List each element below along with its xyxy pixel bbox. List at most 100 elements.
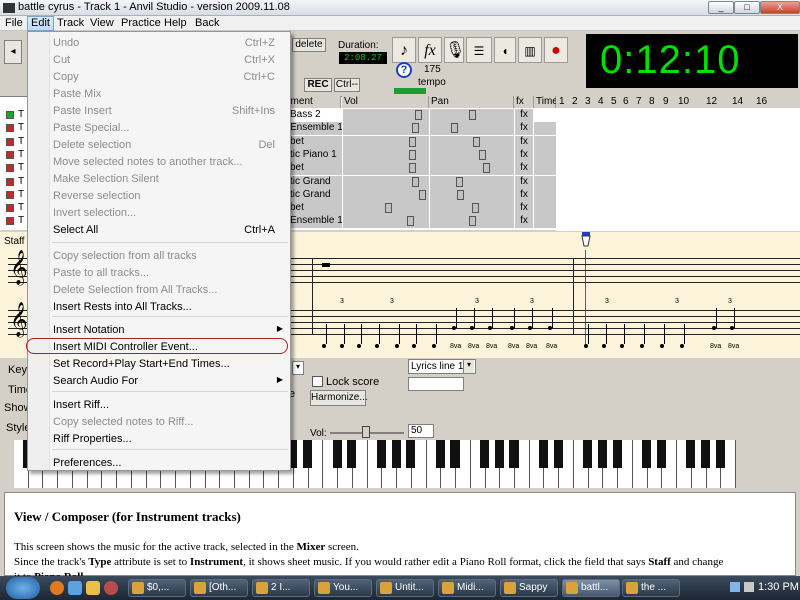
time-cell[interactable] [534,109,556,122]
firefox-icon[interactable] [50,581,64,595]
track-instrument[interactable]: bet [290,162,342,176]
menu-item[interactable]: Delete Selection from All Tracks... [29,282,289,299]
black-key[interactable] [376,440,386,468]
black-key[interactable] [553,440,563,468]
black-key[interactable] [700,440,711,468]
note-head[interactable] [340,344,344,348]
pan-slot[interactable] [430,122,514,136]
note-head[interactable] [322,344,326,348]
note-head[interactable] [680,344,684,348]
taskbar-button[interactable]: 2 I... [252,579,310,597]
taskbar-button[interactable]: Untit... [376,579,434,597]
menu-item[interactable]: Riff Properties... [29,431,289,448]
note-head[interactable] [602,344,606,348]
menu-item[interactable]: Move selected notes to another track... [29,154,289,171]
note-head[interactable] [375,344,379,348]
menu-item[interactable]: Preferences... [29,455,289,472]
time-cell[interactable] [534,135,556,149]
taskbar-button[interactable]: Sappy [500,579,558,597]
measure-ruler[interactable]: 1 2 3 4 5 6 7 8 9 10 12 14 16 [556,96,800,108]
metronome-icon[interactable]: ♪ [392,37,416,63]
fx-cell[interactable]: fx [515,188,533,202]
fx-cell[interactable]: fx [515,175,533,189]
pan-slot[interactable] [430,188,514,202]
black-key[interactable] [332,440,342,468]
menu-item[interactable]: Paste Insert Shift+Ins [29,103,289,120]
track-status-icon[interactable] [6,137,14,146]
black-key[interactable] [347,440,357,468]
taskbar-button[interactable]: You... [314,579,372,597]
note-head[interactable] [395,344,399,348]
track-status-icon[interactable] [6,150,14,159]
vol-fader[interactable] [408,136,416,147]
note-head[interactable] [432,344,436,348]
note-head[interactable] [640,344,644,348]
track-instrument[interactable]: tic Grand [290,175,342,189]
black-key[interactable] [538,440,548,468]
key-dropdown[interactable]: ▾ [292,361,304,375]
fx-cell[interactable]: fx [515,202,533,216]
black-key[interactable] [450,440,460,468]
staff-type-label[interactable]: Staff [4,236,24,247]
time-cell[interactable] [534,148,556,162]
time-cell[interactable] [534,202,556,216]
track-status-icon[interactable] [6,177,14,186]
track-instrument[interactable]: Ensemble 1 [290,122,342,136]
black-key[interactable] [391,440,401,468]
close-button[interactable]: X [760,1,800,14]
vol-fader[interactable] [408,163,416,174]
menu-item[interactable]: Copy selection from all tracks [29,248,289,265]
harmonize-button[interactable]: Harmonize... [310,390,368,406]
vol-slot[interactable] [343,215,429,229]
play-cursor-icon[interactable] [579,232,593,250]
menu-item[interactable]: Cut Ctrl+X [29,52,289,69]
menu-practice[interactable]: Practice [121,17,161,29]
black-key[interactable] [494,440,504,468]
track-status-icon[interactable] [6,111,14,119]
note-head[interactable] [660,344,664,348]
track-instrument[interactable]: bet [290,202,342,216]
vol-slot[interactable] [343,162,429,176]
vol-fader[interactable] [407,216,414,227]
fx-icon[interactable]: fx [418,37,442,63]
start-button[interactable] [6,577,40,599]
black-key[interactable] [641,440,652,468]
menu-item[interactable]: Search Audio For ▶ [29,373,289,390]
menu-item[interactable]: Copy Ctrl+C [29,69,289,86]
mixer-icon[interactable]: ☰ [466,37,492,63]
pan-fader[interactable] [457,189,465,200]
black-key[interactable] [509,440,519,468]
vol-fader[interactable] [409,149,417,160]
menu-help[interactable]: Help [164,17,187,29]
track-instrument[interactable]: tic Piano 1 [290,148,342,162]
vol-fader[interactable] [415,110,422,120]
maximize-button[interactable]: □ [734,1,760,14]
vol-fader[interactable] [411,176,419,187]
lyrics-text-field[interactable] [408,377,464,391]
pan-fader[interactable] [472,203,480,214]
note-head[interactable] [412,344,416,348]
tempo-value[interactable]: 175 [424,64,441,75]
track-status-icon[interactable] [6,190,14,199]
time-cell[interactable] [534,215,556,229]
explorer-icon[interactable] [86,581,100,595]
black-key[interactable] [612,440,622,468]
fx-cell[interactable]: fx [515,148,533,162]
vol-slot[interactable] [343,188,429,202]
media-icon[interactable] [104,581,118,595]
menu-view[interactable]: View [90,17,114,29]
menu-item[interactable]: Reverse selection [29,188,289,205]
track-instrument[interactable]: Ensemble 1 [290,215,342,229]
vol-fader[interactable] [384,203,392,214]
time-cell[interactable] [534,162,556,176]
lyrics-select[interactable]: Lyrics line 1 ▾ [408,359,476,374]
menu-item[interactable]: Insert Notation ▶ [29,322,289,339]
black-key[interactable] [303,440,313,468]
black-key[interactable] [686,440,696,468]
vol-slider-thumb[interactable] [362,426,370,438]
menu-edit[interactable]: Edit [27,16,54,31]
pan-fader[interactable] [472,136,480,147]
menu-item[interactable]: Insert Rests into All Tracks... [29,299,289,316]
show-desktop-icon[interactable] [68,581,82,595]
note-head[interactable] [584,344,588,348]
